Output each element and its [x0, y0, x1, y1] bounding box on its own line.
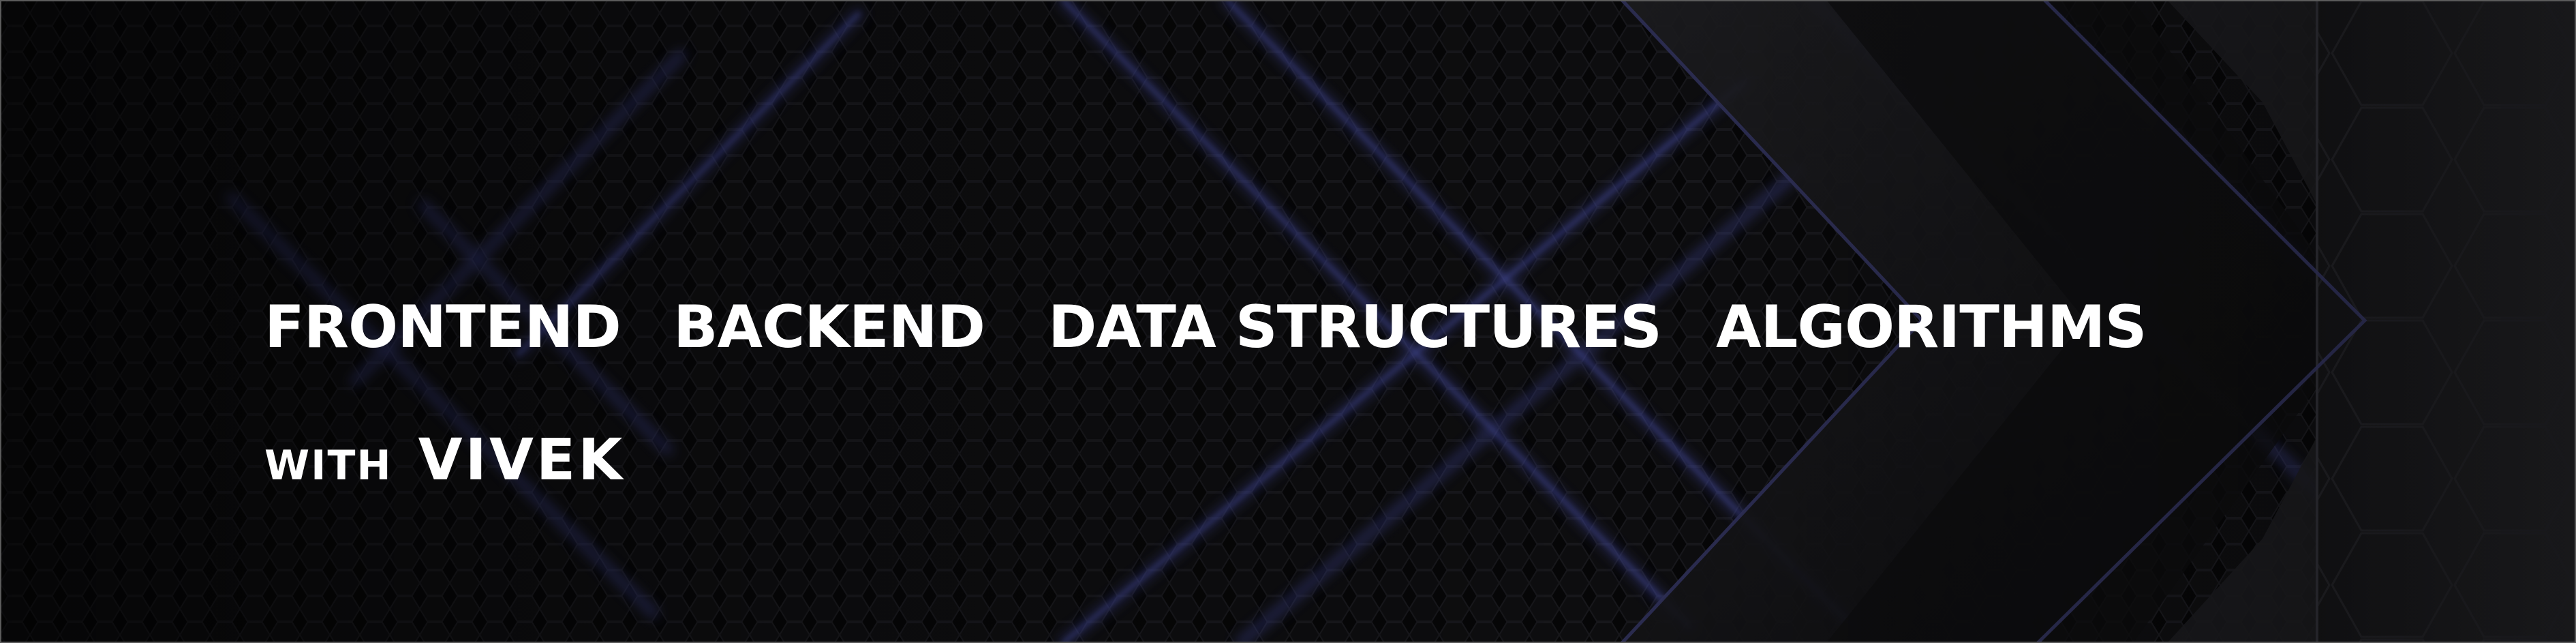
- banner: FRONTEND BACKEND DATA STRUCTURES ALGORIT…: [0, 0, 2576, 643]
- topics-heading: FRONTEND BACKEND DATA STRUCTURES ALGORIT…: [264, 286, 2227, 368]
- topic-frontend: FRONTEND: [264, 293, 622, 361]
- topic-algorithms: ALGORITHMS: [1716, 293, 2147, 361]
- byline: WITH VIVEK: [264, 426, 625, 508]
- author-name: VIVEK: [418, 426, 626, 493]
- topic-data-structures: DATA STRUCTURES: [1048, 293, 1662, 361]
- topic-backend: BACKEND: [673, 293, 985, 361]
- byline-prefix: WITH: [264, 442, 393, 490]
